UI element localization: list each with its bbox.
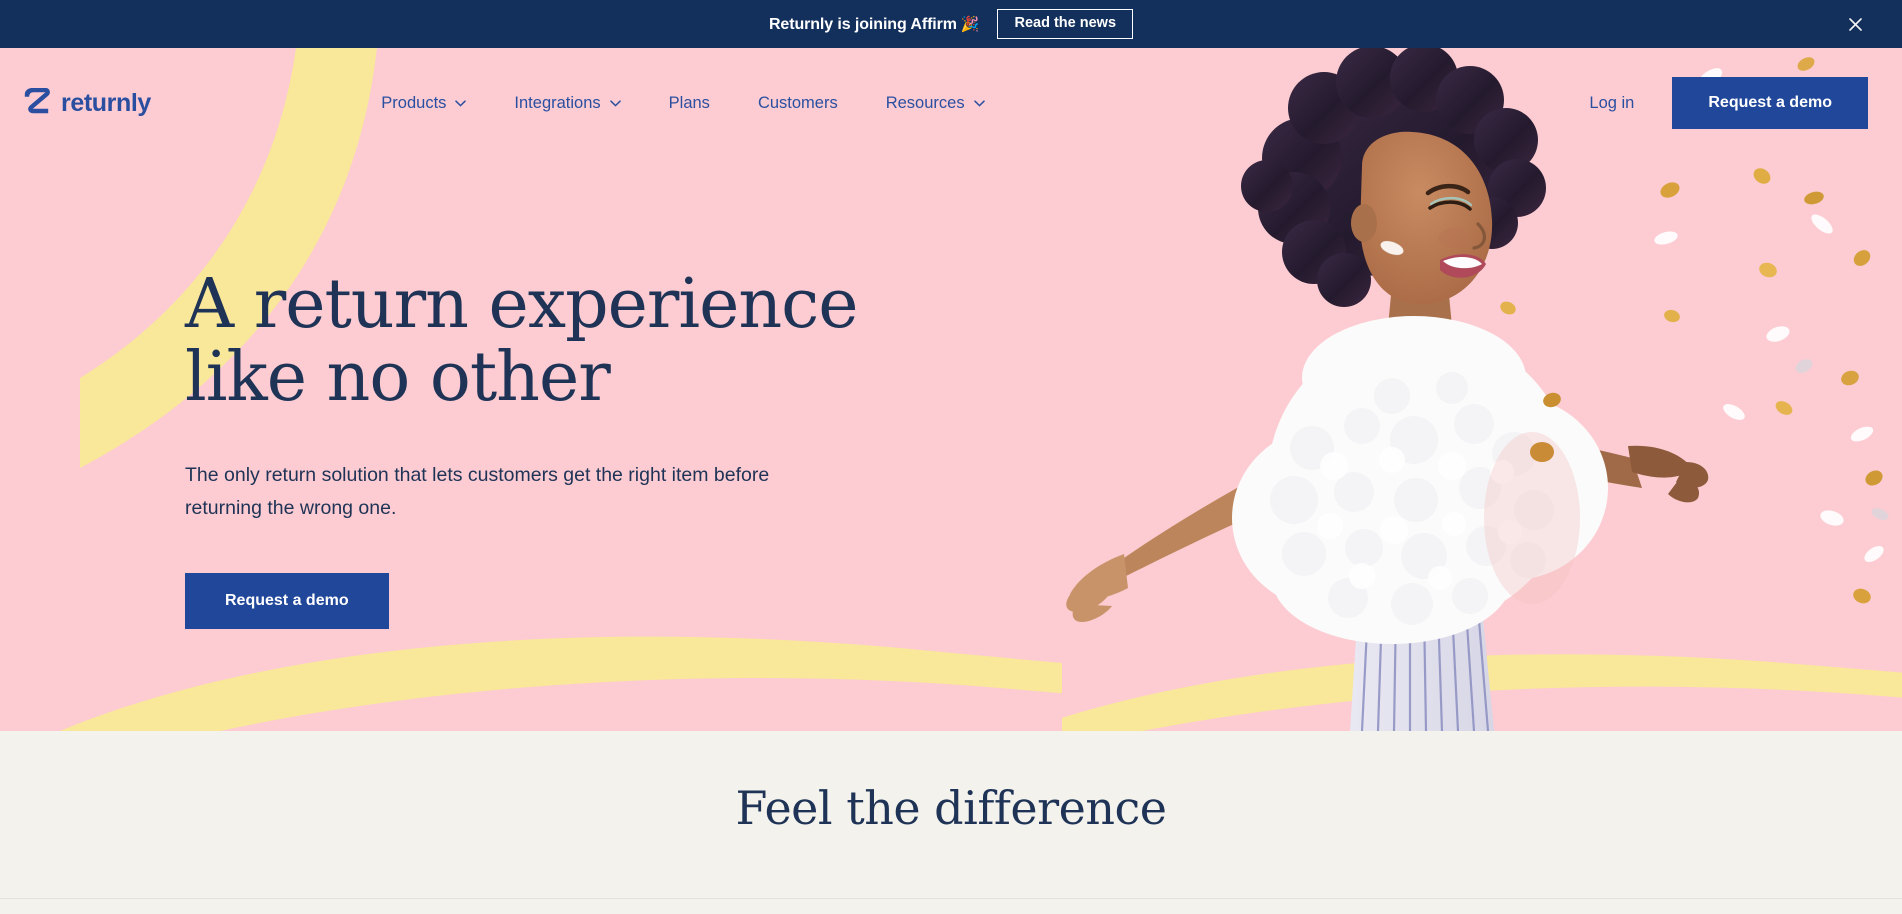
- announcement-text: Returnly is joining Affirm 🎉: [769, 15, 980, 34]
- nav-item-plans-label: Plans: [668, 93, 710, 112]
- returnly-z-mark-icon: [24, 88, 50, 114]
- request-demo-button-hero[interactable]: Request a demo: [185, 573, 389, 629]
- feel-the-difference-section: Feel the difference: [0, 731, 1902, 914]
- announcement-banner: Returnly is joining Affirm 🎉 Read the new…: [0, 0, 1902, 48]
- nav-item-customers-label: Customers: [757, 93, 838, 112]
- chevron-down-icon: [609, 99, 621, 107]
- request-demo-button-header[interactable]: Request a demo: [1672, 77, 1868, 129]
- close-icon[interactable]: [1844, 13, 1866, 35]
- nav-links: Products Integrations Plans Customers Re…: [381, 93, 985, 113]
- main-navigation: returnly Products Integrations Plans Cus…: [0, 48, 1902, 158]
- nav-item-integrations[interactable]: Integrations: [514, 93, 621, 113]
- nav-item-products[interactable]: Products: [381, 93, 467, 113]
- nav-item-plans[interactable]: Plans: [669, 94, 710, 113]
- nav-actions: Log in Request a demo: [1589, 77, 1868, 129]
- hero-headline: A return experience like no other: [185, 265, 859, 418]
- read-the-news-button[interactable]: Read the news: [997, 8, 1134, 40]
- nav-item-products-label: Products: [381, 93, 447, 112]
- returnly-logo[interactable]: returnly: [24, 88, 151, 118]
- nav-item-resources-label: Resources: [885, 93, 965, 112]
- hero-subheadline: The only return solution that lets custo…: [185, 463, 770, 520]
- section-divider: [0, 898, 1902, 899]
- hero-section: returnly Products Integrations Plans Cus…: [0, 48, 1902, 731]
- announcement-message: Returnly is joining Affirm: [768, 15, 957, 33]
- hero-content: A return experience like no other The on…: [0, 158, 1902, 629]
- log-in-link[interactable]: Log in: [1589, 94, 1634, 113]
- chevron-down-icon: [455, 99, 467, 107]
- nav-item-customers[interactable]: Customers: [758, 94, 838, 113]
- section-heading: Feel the difference: [735, 781, 1167, 835]
- nav-item-resources[interactable]: Resources: [886, 94, 985, 113]
- nav-item-integrations-label: Integrations: [514, 93, 601, 112]
- party-popper-icon: 🎉: [960, 15, 980, 33]
- logo-wordmark: returnly: [61, 88, 151, 117]
- chevron-down-icon: [973, 99, 985, 107]
